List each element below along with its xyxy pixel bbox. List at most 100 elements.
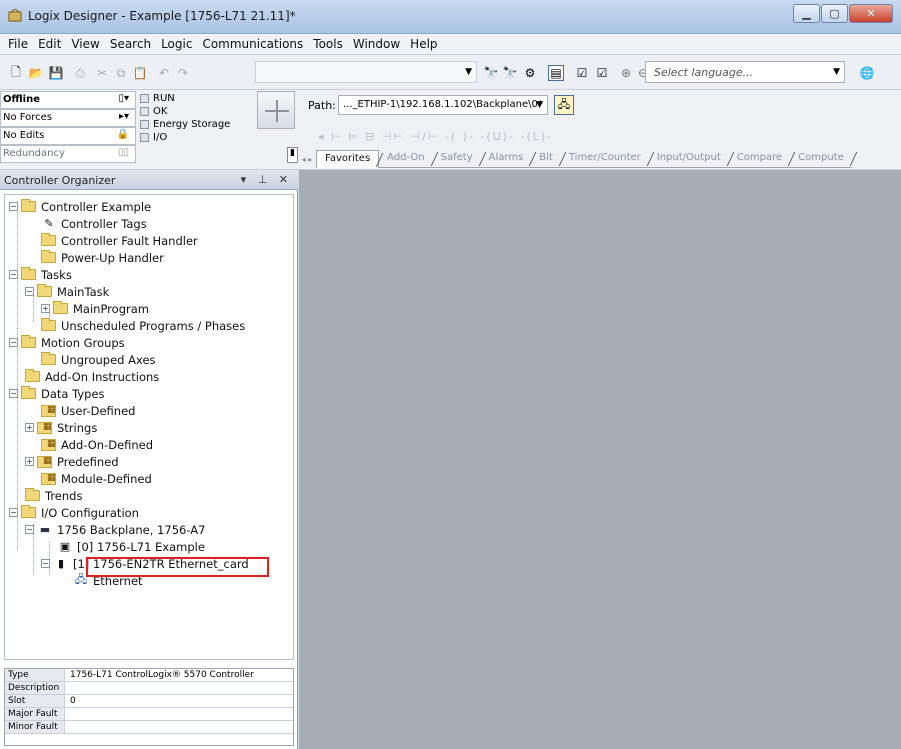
forces-dropdown-icon: ▸▾ — [118, 111, 129, 122]
tree-user-defined[interactable]: User-Defined — [41, 402, 135, 419]
find-icon[interactable]: 🔭 — [483, 65, 499, 81]
collapse-icon[interactable]: − — [9, 508, 18, 517]
find-next-icon[interactable]: 🔭 — [502, 65, 518, 81]
menu-tools[interactable]: Tools — [308, 37, 348, 51]
expand-icon[interactable]: + — [25, 457, 34, 466]
edits-status[interactable]: No Edits 🔒 — [0, 127, 136, 145]
tab-input-output[interactable]: Input/Output — [648, 150, 729, 168]
ladder-instruction-icons: ◂ ⊢ ⊨ ⊟ ⊣⊢ ⊣/⊢ -( )- -(U)- -(L)- — [318, 130, 554, 143]
tab-bit[interactable]: Bit — [531, 150, 561, 168]
chevron-down-icon: ▼ — [465, 67, 472, 77]
folder-icon — [25, 369, 40, 382]
tab-add-on[interactable]: Add-On — [379, 150, 433, 168]
run-led: RUN — [140, 93, 175, 104]
collapse-icon[interactable]: − — [9, 389, 18, 398]
verify-icon[interactable]: ☑ — [574, 65, 590, 81]
tree-data-types[interactable]: − Data Types — [9, 385, 105, 402]
tree-io-configuration[interactable]: − I/O Configuration — [9, 504, 139, 521]
tree-tasks[interactable]: − Tasks — [9, 266, 72, 283]
tree-controller-tags[interactable]: ✎ Controller Tags — [41, 215, 146, 232]
collapse-icon[interactable]: − — [25, 287, 34, 296]
menu-window[interactable]: Window — [348, 37, 405, 51]
tab-timer-counter[interactable]: Timer/Counter — [560, 150, 649, 168]
zoom-in-icon[interactable]: ⊕ — [618, 65, 634, 81]
menu-view[interactable]: View — [66, 37, 104, 51]
tree-motion-groups[interactable]: − Motion Groups — [9, 334, 125, 351]
tab-safety[interactable]: Safety — [432, 150, 481, 168]
menu-search[interactable]: Search — [105, 37, 156, 51]
expand-icon[interactable]: + — [25, 423, 34, 432]
print-icon[interactable]: ⎙ — [72, 65, 88, 81]
minimize-button[interactable]: ▁ — [793, 4, 820, 23]
ethernet-card-highlight — [86, 557, 269, 577]
tree-unscheduled-programs[interactable]: Unscheduled Programs / Phases — [41, 317, 245, 334]
paste-icon[interactable]: 📋 — [132, 65, 148, 81]
collapse-icon[interactable]: − — [41, 559, 50, 568]
tree-power-up-handler[interactable]: Power-Up Handler — [41, 249, 164, 266]
tree-strings[interactable]: +Strings — [25, 419, 97, 436]
toolbar: 🗋 📂 💾 ⎙ ✂ ⧉ 📋 ↶ ↷ ▼ 🔭 🔭 ⚙ ▤ ☑ ☑ ⊕ ⊖ Sele… — [0, 55, 901, 90]
tab-compare[interactable]: Compare — [728, 150, 791, 168]
folder-icon — [41, 318, 56, 331]
search-combo[interactable]: ▼ — [255, 61, 477, 83]
redo-icon[interactable]: ↷ — [175, 65, 191, 81]
new-file-icon[interactable]: 🗋 — [8, 65, 24, 81]
menu-edit[interactable]: Edit — [33, 37, 66, 51]
save-icon[interactable]: 💾 — [48, 65, 64, 81]
title-bar: Logix Designer - Example [1756-L71 21.11… — [0, 0, 901, 34]
collapse-icon[interactable]: − — [9, 270, 18, 279]
menu-file[interactable]: File — [3, 37, 33, 51]
tree-controller-fault-handler[interactable]: Controller Fault Handler — [41, 232, 198, 249]
tab-compute[interactable]: Compute — [790, 150, 852, 168]
tree-predefined[interactable]: +Predefined — [25, 453, 119, 470]
close-button[interactable]: ✕ — [849, 4, 893, 23]
tree-ungrouped-axes[interactable]: Ungrouped Axes — [41, 351, 156, 368]
tree-add-on-instructions[interactable]: Add-On Instructions — [25, 368, 159, 385]
tab-alarms[interactable]: Alarms — [480, 150, 532, 168]
controller-properties-button[interactable]: ▮ — [287, 147, 298, 163]
menu-help[interactable]: Help — [405, 37, 442, 51]
tree-mainprogram[interactable]: + MainProgram — [41, 300, 149, 317]
main-workspace[interactable] — [299, 170, 901, 749]
backplane-icon: ▬ — [39, 523, 51, 536]
collapse-icon[interactable]: − — [9, 338, 18, 347]
tree-backplane[interactable]: − ▬ 1756 Backplane, 1756-A7 — [25, 521, 205, 538]
tree-slot0-controller[interactable]: ▣ [0] 1756-L71 Example — [57, 538, 205, 555]
undo-icon[interactable]: ↶ — [156, 65, 172, 81]
cut-icon[interactable]: ✂ — [94, 65, 110, 81]
maximize-button[interactable]: ▢ — [821, 4, 848, 23]
open-folder-icon[interactable]: 📂 — [28, 65, 44, 81]
tree-trends[interactable]: Trends — [25, 487, 82, 504]
collapse-icon[interactable]: − — [25, 525, 34, 534]
edits-label: No Edits — [3, 130, 45, 141]
instruction-tabs: ◂ ▸ Favorites Add-On Safety Alarms Bit T… — [298, 150, 901, 168]
tab-scroll-left-icon[interactable]: ◂ ▸ — [298, 150, 316, 168]
collapse-icon[interactable]: − — [9, 202, 18, 211]
language-select[interactable]: Select language... ▼ — [645, 61, 845, 83]
path-select[interactable]: ..._ETHIP-1\192.168.1.102\Backplane\0* ▼ — [338, 95, 548, 115]
language-globe-icon[interactable]: 🌐 — [859, 65, 875, 81]
menu-communications[interactable]: Communications — [197, 37, 308, 51]
expand-icon[interactable]: + — [41, 304, 50, 313]
forces-label: No Forces — [3, 112, 53, 123]
redundancy-status[interactable]: Redundancy ▯▯ — [0, 145, 136, 163]
mode-status[interactable]: Offline ▯▾ — [0, 91, 136, 109]
tree-module-defined[interactable]: Module-Defined — [41, 470, 152, 487]
copy-icon[interactable]: ⧉ — [113, 65, 129, 81]
network-path-icon[interactable]: 🖧 — [554, 95, 574, 115]
ok-led: OK — [140, 106, 167, 117]
menu-logic[interactable]: Logic — [156, 37, 197, 51]
tab-favorites[interactable]: Favorites — [316, 150, 380, 168]
tree-maintask[interactable]: − MainTask — [25, 283, 109, 300]
chevron-down-icon: ▼ — [536, 100, 543, 110]
tree-add-on-defined[interactable]: Add-On-Defined — [41, 436, 153, 453]
datatype-folder-icon — [41, 438, 56, 451]
organizer-header: Controller Organizer ▾ ⊥ ✕ — [0, 170, 298, 190]
organizer-toggle-icon[interactable]: ▤ — [548, 65, 564, 81]
cross-reference-icon[interactable]: ⚙ — [522, 65, 538, 81]
redundancy-label: Redundancy — [3, 148, 65, 159]
verify-all-icon[interactable]: ☑ — [594, 65, 610, 81]
tree-controller-example[interactable]: − Controller Example — [9, 198, 151, 215]
organizer-window-controls[interactable]: ▾ ⊥ ✕ — [241, 173, 292, 186]
forces-status[interactable]: No Forces ▸▾ — [0, 109, 136, 127]
